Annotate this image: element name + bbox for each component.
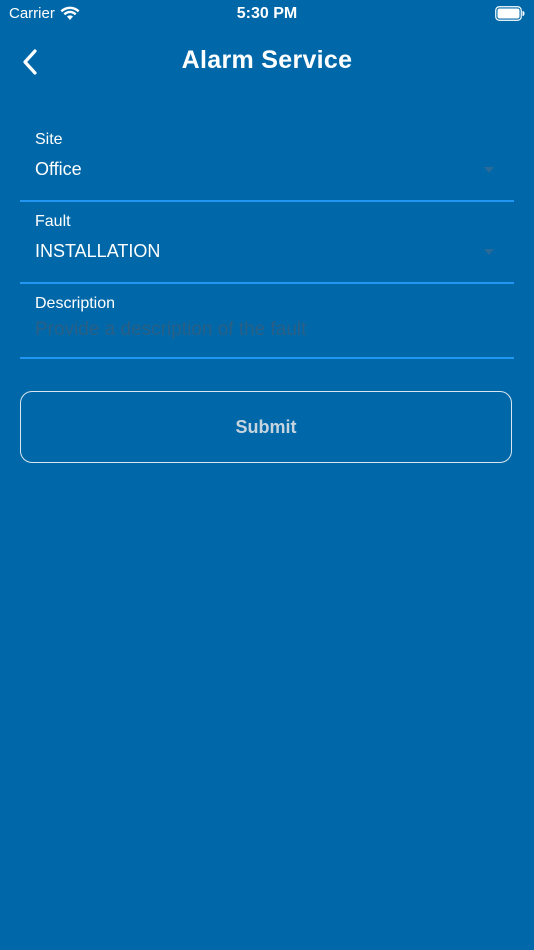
description-label: Description (35, 295, 116, 312)
description-field[interactable]: Description (20, 284, 514, 359)
page-title: Alarm Service (181, 46, 353, 74)
site-label: Site (35, 131, 63, 148)
submit-button[interactable]: Submit (20, 391, 512, 463)
fault-label: Fault (35, 213, 71, 230)
chevron-down-icon (484, 167, 494, 173)
description-input[interactable] (35, 319, 495, 341)
fault-select[interactable]: Fault INSTALLATION (20, 202, 514, 284)
navigation-bar: Alarm Service (0, 36, 534, 88)
status-time: 5:30 PM (236, 5, 298, 22)
site-select[interactable]: Site Office (20, 120, 514, 202)
status-bar: Carrier 5:30 PM (0, 0, 534, 28)
fault-value: INSTALLATION (35, 241, 161, 261)
site-value: Office (35, 159, 82, 179)
battery-icon (495, 6, 525, 21)
chevron-down-icon (484, 249, 494, 255)
